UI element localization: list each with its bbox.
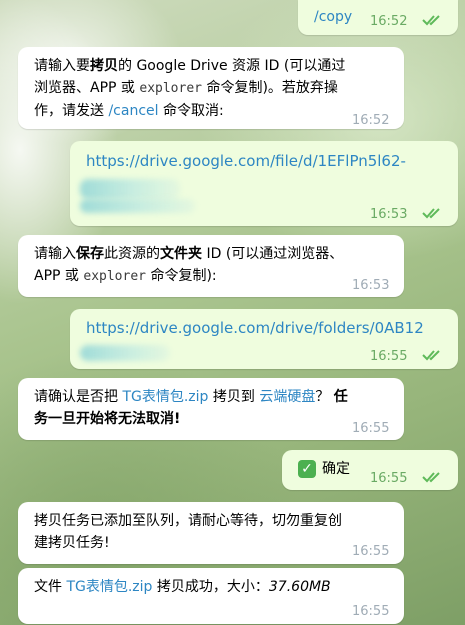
double-check-icon [422, 472, 440, 483]
prompt-text: 命令复制)。若放弃操 [206, 80, 338, 96]
message-time: 16:55 [352, 421, 390, 436]
redacted-link-continuation [80, 179, 180, 199]
prompt-text-bold: 拷贝 [90, 58, 118, 74]
redacted-link-continuation [80, 199, 195, 213]
file-size: 37.60MB [268, 579, 331, 595]
prompt-text: 的 Google Drive 资源 ID (可以通过 [118, 58, 346, 74]
outgoing-message-confirm[interactable]: ✓ 确定 16:55 [282, 450, 458, 490]
message-time: 16:53 [370, 207, 408, 222]
prompt-text: 请输入要 [34, 58, 90, 74]
message-time: 16:53 [352, 278, 390, 293]
outgoing-message-copy-command[interactable]: /copy 16:52 [298, 0, 458, 35]
double-check-icon [422, 15, 440, 26]
prompt-text: 命令复制): [150, 268, 217, 284]
prompt-text: ID (可以通过浏览器、 [206, 246, 344, 262]
check-mark-icon: ✓ [298, 460, 316, 478]
prompt-text: 命令取消: [162, 103, 224, 119]
file-link[interactable]: https://drive.google.com/file/d/1EFlPn5l… [86, 150, 406, 172]
message-time: 16:52 [370, 14, 408, 29]
incoming-message-copy-prompt: 请输入要拷贝的 Google Drive 资源 ID (可以通过 浏览器、APP… [18, 47, 404, 129]
confirm-text: 确定 [322, 461, 350, 477]
inline-code: explorer [83, 269, 146, 284]
redacted-link-continuation [80, 345, 170, 361]
incoming-message-folder-prompt: 请输入保存此资源的文件夹 ID (可以通过浏览器、 APP 或 explorer… [18, 235, 404, 297]
double-check-icon [422, 208, 440, 219]
folder-link[interactable]: https://drive.google.com/drive/folders/0… [86, 317, 424, 339]
warning-text-bold: 务一旦开始将无法取消! [34, 411, 181, 427]
status-text: 拷贝任务已添加至队列，请耐心等待，切勿重复创 [34, 513, 342, 529]
file-name-link[interactable]: TG表情包.zip [66, 579, 152, 595]
outgoing-message-file-link[interactable]: https://drive.google.com/file/d/1EFlPn5l… [70, 141, 458, 226]
incoming-message-queued: 拷贝任务已添加至队列，请耐心等待，切勿重复创 建拷贝任务! 16:55 [18, 502, 404, 564]
destination-link[interactable]: 云端硬盘 [259, 389, 315, 405]
incoming-message-confirm: 请确认是否把 TG表情包.zip 拷贝到 云端硬盘？ 任 务一旦开始将无法取消!… [18, 378, 404, 440]
prompt-text: 作，请发送 [34, 103, 104, 119]
prompt-text-bold: 保存 [76, 246, 104, 262]
prompt-text: ？ [315, 389, 330, 405]
prompt-text: 浏览器、APP 或 [34, 80, 135, 96]
double-check-icon [422, 350, 440, 361]
prompt-text-bold: 文件夹 [160, 246, 202, 262]
prompt-text: APP 或 [34, 268, 79, 284]
inline-code: explorer [139, 81, 202, 96]
copy-command-text[interactable]: /copy [314, 6, 352, 28]
message-time: 16:55 [370, 349, 408, 364]
message-time: 16:55 [370, 471, 408, 486]
prompt-text: 此资源的 [104, 246, 160, 262]
message-time: 16:55 [352, 544, 390, 559]
message-time: 16:52 [352, 113, 390, 128]
message-time: 16:55 [352, 604, 390, 619]
status-text: 文件 [34, 579, 62, 595]
status-text: 拷贝成功，大小： [156, 579, 269, 595]
outgoing-message-folder-link[interactable]: https://drive.google.com/drive/folders/0… [70, 309, 458, 369]
incoming-message-success: 文件 TG表情包.zip 拷贝成功，大小：37.60MB 16:55 [18, 568, 404, 624]
warning-text-bold: 任 [333, 389, 348, 405]
status-text: 建拷贝任务! [34, 535, 110, 551]
prompt-text: 拷贝到 [212, 389, 255, 405]
prompt-text: 请输入 [34, 246, 76, 262]
cancel-command-link[interactable]: /cancel [108, 103, 158, 119]
file-name-link[interactable]: TG表情包.zip [122, 389, 208, 405]
prompt-text: 请确认是否把 [34, 389, 118, 405]
